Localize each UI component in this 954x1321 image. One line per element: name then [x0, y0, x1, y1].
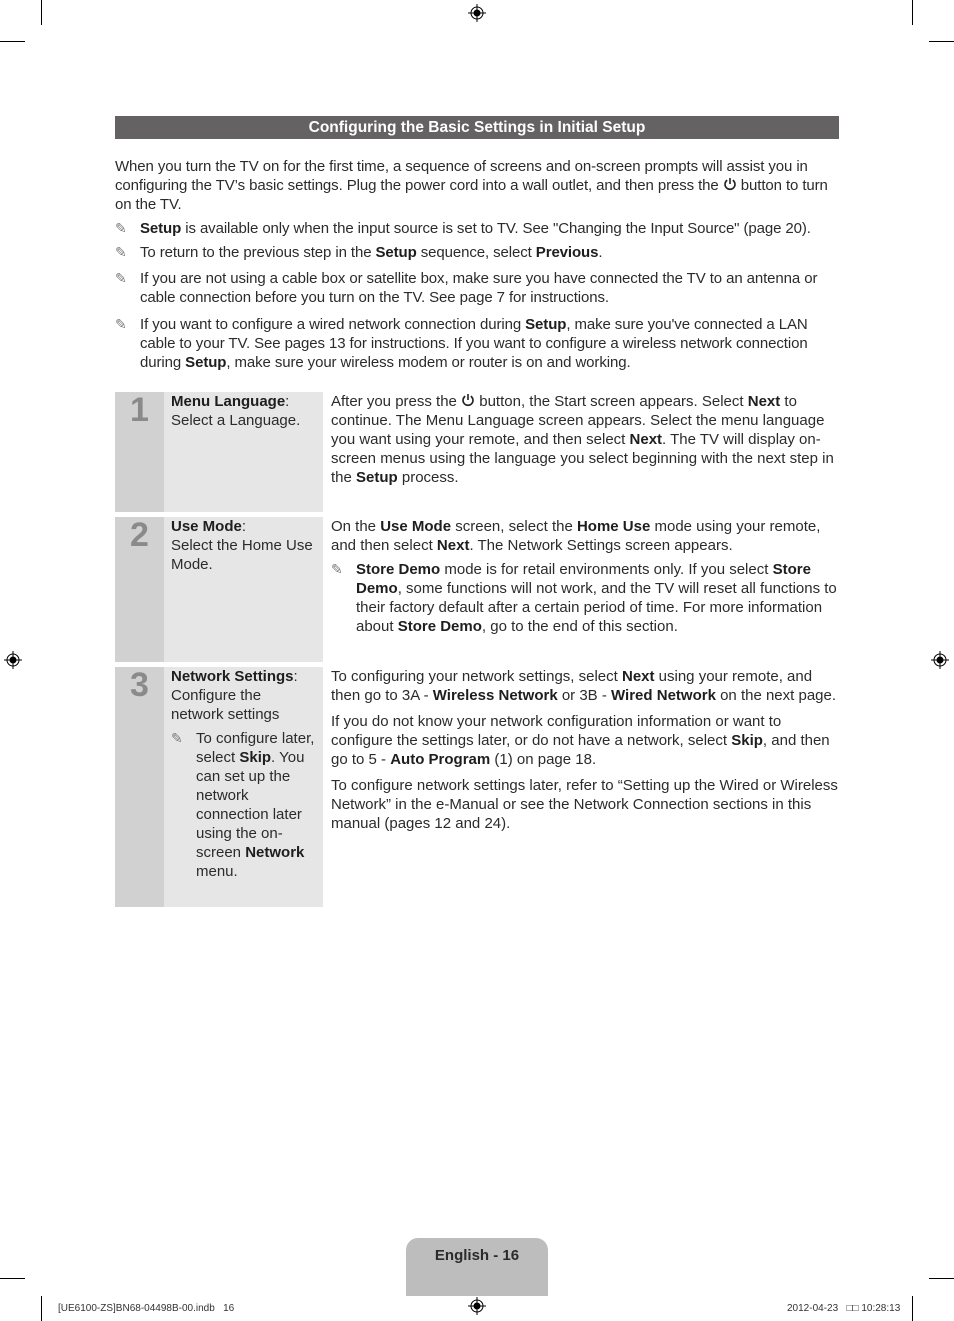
note-item: ✎ Store Demo mode is for retail environm… — [331, 561, 837, 635]
step-number: 3 — [115, 667, 164, 907]
registration-mark-icon — [468, 1297, 486, 1315]
page-number-tab: English - 16 — [406, 1238, 548, 1296]
note-item: ✎ Setup is available only when the input… — [115, 220, 811, 237]
intro-paragraph: When you turn the TV on for the first ti… — [115, 158, 828, 213]
section-title: Configuring the Basic Settings in Initia… — [115, 116, 839, 139]
pencil-note-icon: ✎ — [115, 220, 127, 236]
crop-mark — [929, 1278, 954, 1279]
crop-mark — [0, 41, 25, 42]
pencil-note-icon: ✎ — [115, 316, 127, 332]
step-number: 2 — [115, 517, 164, 662]
registration-mark-icon — [4, 651, 22, 669]
step-row-2: 2 Use Mode: Select the Home Use Mode. On… — [115, 517, 839, 662]
note-item: ✎ If you want to configure a wired netwo… — [115, 316, 808, 371]
step-description: To configuring your network settings, se… — [331, 668, 838, 832]
crop-mark — [912, 0, 913, 25]
power-icon — [723, 178, 736, 191]
step-row-3: 3 Network Settings: Configure the networ… — [115, 667, 839, 907]
pencil-note-icon: ✎ — [115, 270, 127, 286]
step-label: Menu Language: Select a Language. — [164, 392, 323, 512]
print-timestamp: 2012-04-23 □□ 10:28:13 — [787, 1303, 901, 1314]
step-description: After you press the button, the Start sc… — [331, 393, 834, 486]
crop-mark — [41, 1296, 42, 1321]
file-info: [UE6100-ZS]BN68-04498B-00.indb 16 — [58, 1303, 235, 1314]
crop-mark — [929, 41, 954, 42]
crop-mark — [912, 1296, 913, 1321]
registration-mark-icon — [468, 4, 486, 22]
pencil-note-icon: ✎ — [115, 244, 127, 260]
pencil-note-icon: ✎ — [171, 730, 183, 746]
crop-mark — [41, 0, 42, 25]
power-icon — [462, 394, 474, 407]
setup-steps-table: 1 Menu Language: Select a Language. Afte… — [115, 392, 839, 907]
step-number: 1 — [115, 392, 164, 512]
step-label: Network Settings: Configure the network … — [164, 667, 323, 907]
note-item: ✎ To configure later, select Skip. You c… — [171, 730, 315, 880]
crop-mark — [0, 1278, 25, 1279]
note-item: ✎ If you are not using a cable box or sa… — [115, 270, 818, 306]
step-row-1: 1 Menu Language: Select a Language. Afte… — [115, 392, 839, 512]
intro-section: When you turn the TV on for the first ti… — [115, 157, 839, 372]
step-label: Use Mode: Select the Home Use Mode. — [164, 517, 323, 662]
pencil-note-icon: ✎ — [331, 561, 343, 577]
note-item: ✎ To return to the previous step in the … — [115, 244, 603, 261]
registration-mark-icon — [931, 651, 949, 669]
step-description: On the Use Mode screen, select the Home … — [323, 517, 839, 662]
